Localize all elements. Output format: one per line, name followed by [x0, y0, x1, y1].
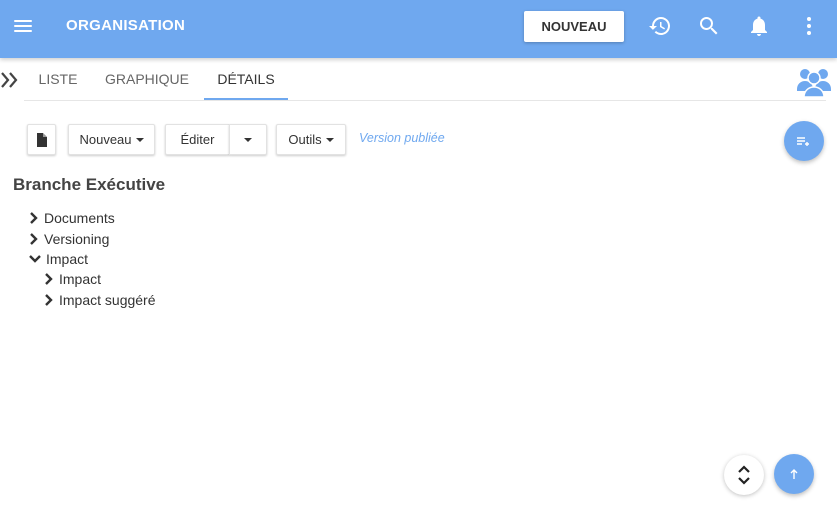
- more-vertical-icon[interactable]: [797, 14, 821, 38]
- version-status: Version publiée: [359, 131, 445, 145]
- hamburger-menu-icon[interactable]: [14, 17, 36, 39]
- tools-label: Outils: [288, 132, 322, 147]
- tree-item-suggested-impact[interactable]: Impact suggéré: [43, 290, 156, 310]
- new-button[interactable]: NOUVEAU: [524, 11, 624, 42]
- users-group-icon: [796, 63, 832, 99]
- tab-liste[interactable]: LISTE: [30, 58, 86, 100]
- chevron-right-icon: [30, 212, 38, 224]
- tree-item-label: Versioning: [44, 231, 110, 247]
- new-dropdown-button[interactable]: Nouveau: [68, 124, 155, 155]
- tab-details[interactable]: DÉTAILS: [204, 58, 288, 100]
- chevron-right-icon: [45, 294, 53, 306]
- section-title: Branche Exécutive: [13, 175, 166, 194]
- chevron-right-icon: [30, 233, 38, 245]
- tree-item-impact-child[interactable]: Impact: [43, 269, 101, 289]
- tab-graphique[interactable]: GRAPHIQUE: [98, 58, 196, 100]
- edit-button[interactable]: Éditer: [165, 124, 229, 155]
- new-dropdown-label: Nouveau: [79, 132, 132, 147]
- history-icon[interactable]: [648, 14, 672, 38]
- bell-icon[interactable]: [747, 14, 771, 38]
- tree-item-impact[interactable]: Impact: [28, 249, 88, 269]
- tree-item-label: Documents: [44, 210, 115, 226]
- chevron-right-icon: [45, 273, 53, 285]
- tree-item-label: Impact: [46, 251, 89, 267]
- document-icon[interactable]: [27, 124, 56, 155]
- chevron-down-icon: [29, 255, 41, 263]
- caret-down-icon: [244, 137, 252, 142]
- caret-down-icon: [135, 137, 144, 142]
- tree-item-label: Impact suggéré: [59, 292, 156, 308]
- edit-label: Éditer: [180, 132, 215, 147]
- add-to-list-icon[interactable]: [784, 121, 824, 161]
- expand-collapse-icon[interactable]: [724, 455, 764, 495]
- edit-dropdown-toggle[interactable]: [229, 124, 267, 155]
- top-app-bar: ORGANISATION NOUVEAU: [0, 0, 837, 58]
- tabs-divider: [24, 100, 826, 101]
- tools-dropdown-button[interactable]: Outils: [276, 124, 346, 155]
- tree-item-label: Impact: [59, 271, 102, 287]
- tree-item-versioning[interactable]: Versioning: [28, 229, 109, 249]
- page-title: ORGANISATION: [66, 17, 186, 34]
- tree-item-documents[interactable]: Documents: [28, 208, 115, 228]
- double-chevron-right-icon[interactable]: [0, 70, 22, 90]
- arrow-up-icon[interactable]: [774, 454, 814, 494]
- search-icon[interactable]: [697, 14, 721, 38]
- caret-down-icon: [325, 137, 334, 142]
